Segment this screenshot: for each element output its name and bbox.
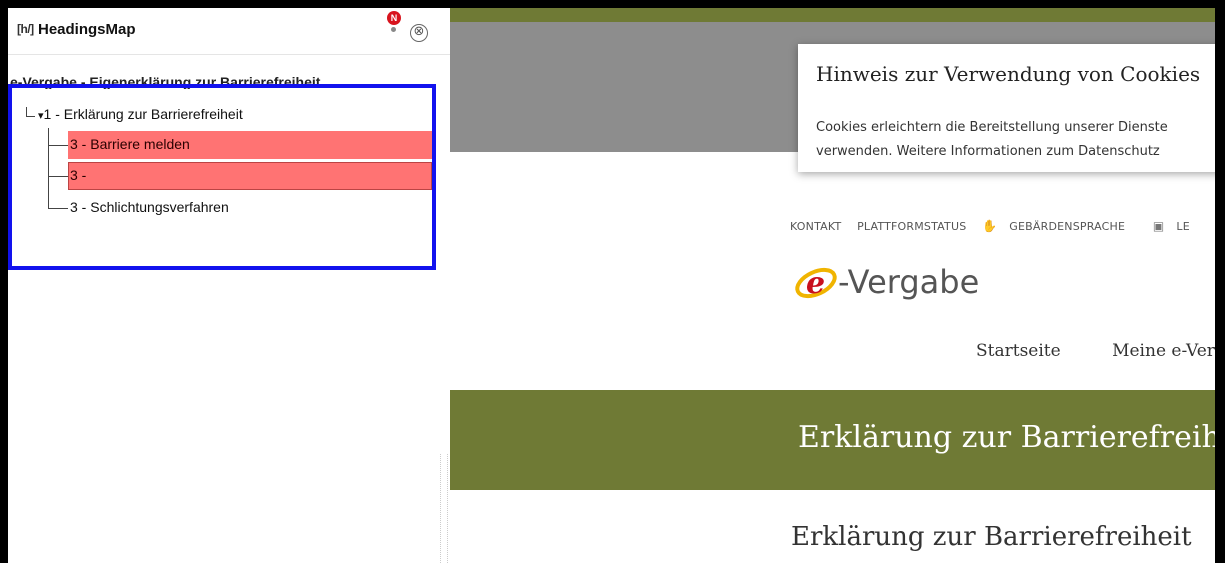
tree-item-label: 3 - [70, 167, 87, 183]
cookie-dialog-title: Hinweis zur Verwendung von Cookies [816, 62, 1201, 86]
tree-item-h3-error[interactable]: 3 - Barriere melden [68, 131, 436, 159]
nav-startseite[interactable]: Startseite [976, 341, 1061, 361]
link-leichte-sprache[interactable]: ▣ LE [1152, 219, 1202, 233]
e-logo-icon: e [792, 262, 840, 302]
document-title-container: e-Vergabe - Eigenerklärung zur Barrieref… [8, 71, 442, 89]
tree-connector [48, 208, 68, 209]
tree-item-label: 3 - Schlichtungsverfahren [70, 199, 229, 215]
close-icon[interactable]: ⊗ [410, 24, 428, 42]
tree-connector [26, 116, 35, 117]
link-gebaerdensprache[interactable]: ✋ GEBÄRDENSPRACHE [982, 219, 1137, 233]
tree-connector [48, 128, 49, 209]
tree-item-h3[interactable]: 3 - Schlichtungsverfahren [70, 199, 229, 215]
site-logo[interactable]: e -Vergabe [792, 262, 979, 306]
cookie-dialog-text: verwenden. Weitere Informationen zum Dat… [816, 144, 1160, 159]
tree-connector [48, 145, 68, 146]
svg-text:e: e [806, 266, 825, 301]
link-plattformstatus[interactable]: PLATTFORMSTATUS [857, 220, 966, 233]
sidebar-header: [h/] HeadingsMap N ⊗ [8, 8, 450, 54]
sign-language-icon: ✋ [982, 219, 998, 233]
site-logo-text: -Vergabe [838, 263, 980, 301]
notification-dot [391, 27, 396, 32]
panel-splitter-handle[interactable] [440, 454, 448, 563]
link-gebaerdensprache-label: GEBÄRDENSPRACHE [1009, 220, 1126, 233]
nav-meine-e-vergabe[interactable]: Meine e-Ver [1112, 341, 1215, 361]
cookie-dialog: Hinweis zur Verwendung von Cookies Cooki… [798, 44, 1215, 172]
cookie-dialog-text: Cookies erleichtern die Bereitstellung u… [816, 120, 1168, 135]
easy-language-icon: ▣ [1152, 219, 1165, 233]
link-leichte-sprache-label: LE [1176, 220, 1190, 233]
hero-banner: Erklärung zur Barrierefreiheit [450, 390, 1215, 490]
main-navigation: Startseite Meine e-Ver [976, 341, 1215, 361]
hero-title: Erklärung zur Barrierefreiheit [798, 420, 1215, 455]
headingsmap-sidebar: [h/] HeadingsMap N ⊗ e-Vergabe - Eigener… [8, 8, 450, 563]
notification-badge: N [387, 11, 401, 25]
utility-navigation: KONTAKT PLATTFORMSTATUS ✋ GEBÄRDENSPRACHE… [790, 219, 1214, 233]
tree-item-label: 3 - Barriere melden [70, 136, 190, 152]
content-heading: Erklärung zur Barrierefreiheit [791, 522, 1192, 552]
tree-item-h1[interactable]: ▾1 - Erklärung zur Barrierefreiheit [38, 106, 243, 122]
web-page: Hinweis zur Verwendung von Cookies Cooki… [450, 8, 1215, 563]
tree-item-h3-error[interactable]: 3 - [68, 162, 432, 190]
document-title[interactable]: e-Vergabe - Eigenerklärung zur Barrieref… [10, 74, 320, 89]
link-kontakt[interactable]: KONTAKT [790, 220, 841, 233]
screenshot-frame: [h/] HeadingsMap N ⊗ e-Vergabe - Eigener… [8, 8, 1215, 563]
tree-item-label: 1 - Erklärung zur Barrierefreiheit [43, 106, 243, 122]
tree-connector [48, 176, 68, 177]
notification-icon[interactable]: N [387, 11, 403, 37]
headingsmap-logo-icon: [h/] [17, 22, 34, 36]
sidebar-body: e-Vergabe - Eigenerklärung zur Barrieref… [8, 54, 450, 563]
page-top-bar [450, 8, 1215, 22]
sidebar-title: HeadingsMap [38, 21, 136, 38]
